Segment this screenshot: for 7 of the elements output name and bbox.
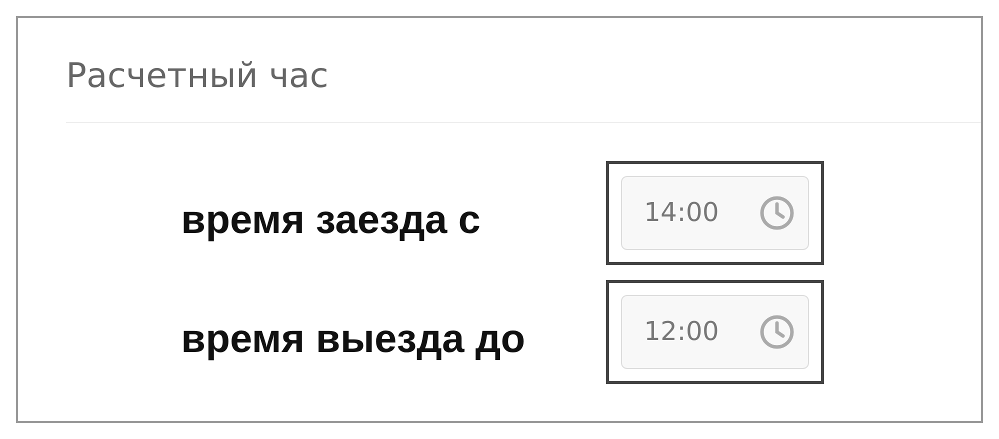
panel-title: Расчетный час <box>66 55 328 98</box>
time-field[interactable]: 14:00 <box>621 176 809 250</box>
field-label: время заезда с <box>181 198 481 242</box>
field-label: время выезда до <box>181 316 526 362</box>
time-field[interactable]: 12:00 <box>621 295 809 369</box>
clock-icon <box>759 195 795 231</box>
clock-icon <box>759 314 795 350</box>
